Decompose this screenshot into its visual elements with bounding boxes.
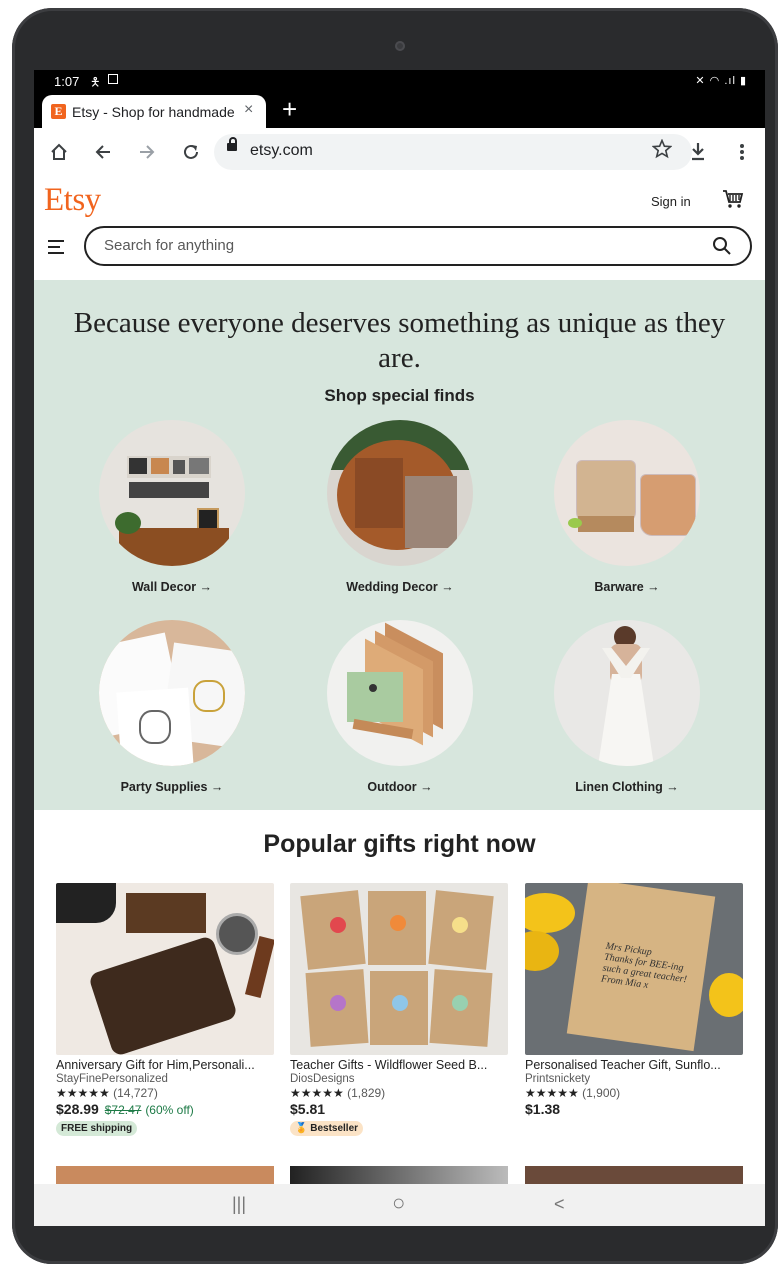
hero-section: Because everyone deserves something as u…: [34, 280, 765, 810]
category-label: Linen Clothing →: [575, 780, 679, 794]
product-title: Teacher Gifts - Wildflower Seed B...: [290, 1058, 488, 1072]
rating: ★★★★★ (1,829): [290, 1086, 508, 1100]
star-icon[interactable]: [652, 139, 672, 159]
forward-icon[interactable]: [138, 143, 156, 161]
review-count: (1,829): [347, 1086, 386, 1100]
front-camera: [395, 41, 405, 51]
product-image: [56, 883, 274, 1055]
discount: (60% off): [145, 1103, 194, 1117]
reload-icon[interactable]: [182, 143, 200, 161]
category-image-party-supplies: [99, 620, 245, 766]
image-notification-icon: [108, 74, 118, 84]
lock-icon: [227, 137, 237, 151]
tab-title: Etsy - Shop for handmade: [72, 104, 235, 120]
category-image-wall-decor: [99, 420, 245, 566]
rating-stars: ★★★★★: [525, 1086, 579, 1100]
system-status-icons: ✕ ◠ .ıl ▮: [695, 75, 747, 87]
status-time: 1:07: [54, 74, 80, 89]
new-tab-button[interactable]: +: [282, 94, 297, 125]
category-outdoor[interactable]: Outdoor →: [310, 620, 490, 794]
current-price: $1.38: [525, 1101, 561, 1117]
address-bar[interactable]: etsy.com: [214, 134, 692, 170]
product-image-peek: [525, 1166, 743, 1186]
product-title: Anniversary Gift for Him,Personali...: [56, 1058, 255, 1072]
price: $28.99 $72.47 (60% off): [56, 1101, 274, 1117]
shop-name: StayFinePersonalized: [56, 1073, 168, 1085]
category-wall-decor[interactable]: Wall Decor →: [82, 420, 262, 594]
shop-name: DiosDesigns: [290, 1073, 355, 1085]
home-icon[interactable]: [50, 143, 68, 161]
shop-name: Printsnickety: [525, 1073, 591, 1085]
hero-subtitle: Shop special finds: [324, 386, 475, 405]
category-wedding-decor[interactable]: Wedding Decor →: [310, 420, 490, 594]
free-shipping-badge: FREE shipping: [56, 1121, 138, 1136]
system-navigation-bar: ||| ○ <: [34, 1184, 765, 1226]
status-bar: 1:07 🯅 ✕ ◠ .ıl ▮: [34, 70, 765, 92]
category-image-linen-clothing: [554, 620, 700, 766]
category-label: Barware →: [594, 580, 660, 594]
tab-strip: E Etsy - Shop for handmade × +: [34, 92, 765, 128]
original-price: $72.47: [104, 1103, 142, 1117]
badge-label: Bestseller: [310, 1123, 359, 1134]
category-party-supplies[interactable]: Party Supplies →: [82, 620, 262, 794]
recent-apps-button[interactable]: |||: [232, 1194, 246, 1215]
category-image-wedding-decor: [327, 420, 473, 566]
hero-title: Because everyone deserves something as u…: [73, 307, 726, 374]
rating-stars: ★★★★★: [290, 1086, 344, 1100]
category-label: Outdoor →: [367, 780, 433, 794]
tab-close-icon[interactable]: ×: [244, 101, 253, 119]
product-card[interactable]: Teacher Gifts - Wildflower Seed B... Dio…: [290, 883, 508, 1136]
search-bar: [84, 226, 752, 266]
rating: ★★★★★ (1,900): [525, 1086, 743, 1100]
product-image: [290, 883, 508, 1055]
category-image-outdoor: [327, 620, 473, 766]
back-button[interactable]: <: [554, 1194, 565, 1215]
url-text: etsy.com: [250, 142, 313, 159]
home-button[interactable]: ○: [392, 1190, 405, 1216]
category-barware[interactable]: Barware →: [537, 420, 717, 594]
product-image: Mrs Pickup Thanks for BEE-ing such a gre…: [525, 883, 743, 1055]
product-image-peek: [290, 1166, 508, 1186]
screen: 1:07 🯅 ✕ ◠ .ıl ▮ E Etsy - Shop for handm…: [34, 70, 765, 1226]
browser-toolbar: etsy.com: [34, 128, 765, 178]
more-icon[interactable]: [739, 143, 745, 161]
current-price: $28.99: [56, 1101, 99, 1117]
category-label: Party Supplies →: [120, 780, 224, 794]
product-card[interactable]: Anniversary Gift for Him,Personali... St…: [56, 883, 274, 1136]
rating: ★★★★★ (14,727): [56, 1086, 274, 1100]
current-price: $5.81: [290, 1101, 326, 1117]
product-card[interactable]: Mrs Pickup Thanks for BEE-ing such a gre…: [525, 883, 743, 1117]
review-count: (1,900): [582, 1086, 621, 1100]
etsy-favicon-icon: E: [51, 104, 66, 119]
search-input[interactable]: [102, 236, 666, 255]
menu-icon[interactable]: [48, 240, 64, 258]
product-image-peek: [56, 1166, 274, 1186]
bestseller-badge: 🏅 Bestseller: [290, 1121, 364, 1136]
download-icon[interactable]: [690, 142, 706, 162]
site-header: Etsy Sign in: [34, 178, 765, 228]
category-linen-clothing[interactable]: Linen Clothing →: [537, 620, 717, 794]
sign-in-link[interactable]: Sign in: [651, 194, 691, 209]
popular-gifts-heading: Popular gifts right now: [263, 830, 536, 858]
award-icon: 🏅: [295, 1123, 308, 1134]
category-image-barware: [554, 420, 700, 566]
category-label: Wedding Decor →: [346, 580, 454, 594]
search-icon[interactable]: [712, 236, 732, 256]
etsy-logo[interactable]: Etsy: [44, 182, 101, 219]
notification-icon: 🯅: [90, 75, 101, 89]
cart-icon[interactable]: [722, 188, 744, 210]
back-icon[interactable]: [94, 143, 112, 161]
rating-stars: ★★★★★: [56, 1086, 110, 1100]
review-count: (14,727): [113, 1086, 158, 1100]
product-title: Personalised Teacher Gift, Sunflo...: [525, 1058, 721, 1072]
category-label: Wall Decor →: [131, 580, 213, 594]
browser-tab[interactable]: E Etsy - Shop for handmade ×: [42, 95, 266, 128]
